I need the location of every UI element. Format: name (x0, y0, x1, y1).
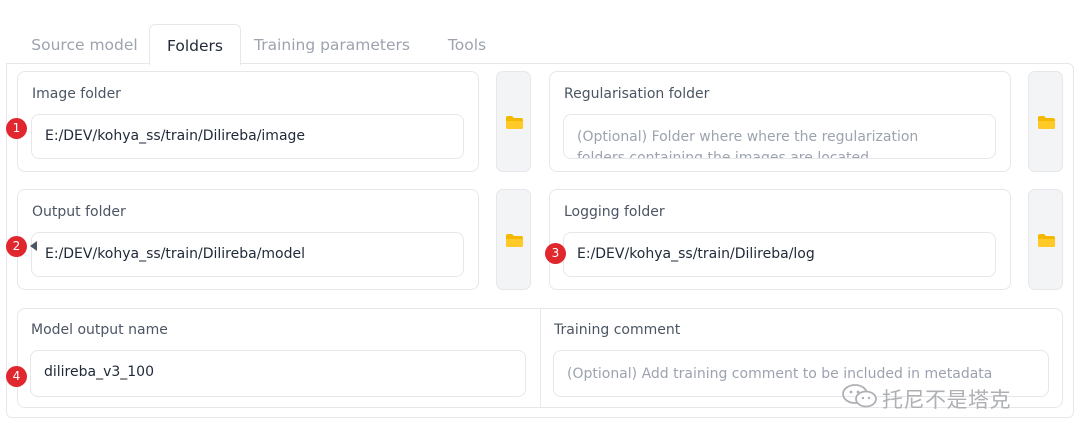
tab-source-model[interactable]: Source model (18, 24, 151, 64)
logging-folder-browse-button[interactable] (1028, 189, 1063, 290)
folder-icon (506, 116, 523, 129)
marker-4: 4 (6, 366, 27, 387)
output-folder-card: Output folder E:/DEV/kohya_ss/train/Dili… (17, 189, 479, 290)
output-folder-browse-button[interactable] (496, 189, 531, 290)
card-divider (540, 308, 541, 408)
tab-bar: Source model Folders Training parameters… (8, 24, 1074, 65)
model-output-name-input[interactable]: dilireba_v3_100 (30, 350, 526, 397)
logging-folder-card: Logging folder E:/DEV/kohya_ss/train/Dil… (549, 189, 1011, 290)
folder-icon (1038, 234, 1055, 247)
model-output-name-value: dilireba_v3_100 (44, 364, 154, 380)
logging-folder-input[interactable]: E:/DEV/kohya_ss/train/Dilireba/log (563, 232, 996, 277)
image-folder-value: E:/DEV/kohya_ss/train/Dilireba/image (45, 128, 306, 144)
folder-icon (506, 234, 523, 247)
output-folder-label: Output folder (32, 204, 126, 220)
output-folder-value: E:/DEV/kohya_ss/train/Dilireba/model (45, 246, 306, 262)
training-comment-placeholder: (Optional) Add training comment to be in… (567, 366, 993, 382)
output-folder-input[interactable]: E:/DEV/kohya_ss/train/Dilireba/model (31, 232, 464, 277)
training-comment-label: Training comment (554, 322, 681, 338)
image-folder-browse-button[interactable] (496, 71, 531, 172)
watermark: 托尼不是塔克 (838, 383, 1048, 412)
marker-3: 3 (545, 243, 566, 264)
tab-training-parameters[interactable]: Training parameters (248, 24, 416, 64)
folder-icon (1038, 116, 1055, 129)
regularisation-folder-input[interactable]: (Optional) Folder where where the regula… (563, 114, 996, 159)
image-folder-label: Image folder (32, 86, 121, 102)
regularisation-folder-browse-button[interactable] (1028, 71, 1063, 172)
image-folder-input[interactable]: E:/DEV/kohya_ss/train/Dilireba/image (31, 114, 464, 159)
logging-folder-label: Logging folder (564, 204, 665, 220)
logging-folder-value: E:/DEV/kohya_ss/train/Dilireba/log (577, 246, 815, 262)
regularisation-folder-label: Regularisation folder (564, 86, 710, 102)
watermark-text: 托尼不是塔克 (882, 388, 1011, 412)
tab-tools[interactable]: Tools (432, 24, 502, 64)
regularisation-folder-card: Regularisation folder (Optional) Folder … (549, 71, 1011, 172)
marker-1: 1 (6, 118, 27, 139)
caret-left-icon (30, 241, 37, 251)
marker-2: 2 (6, 236, 27, 257)
wechat-icon (842, 384, 877, 408)
tab-folders[interactable]: Folders (149, 24, 241, 65)
regularisation-folder-placeholder: (Optional) Folder where where the regula… (577, 129, 919, 159)
image-folder-card: Image folder E:/DEV/kohya_ss/train/Dilir… (17, 71, 479, 172)
model-output-name-label: Model output name (31, 322, 168, 338)
